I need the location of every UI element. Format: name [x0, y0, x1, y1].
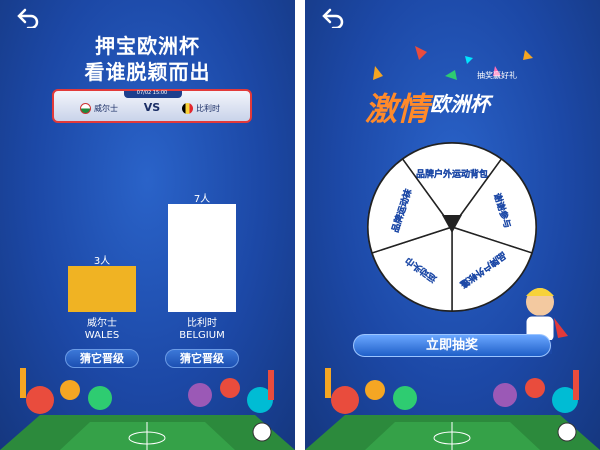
fans-stadium-illustration [0, 368, 295, 450]
logo-tagline: 抽奖赢好礼 [477, 71, 517, 80]
back-button[interactable] [16, 8, 42, 30]
away-vote-bar [168, 204, 236, 312]
back-button[interactable] [321, 8, 347, 30]
vote-panel: 押宝欧洲杯 看谁脱颖而出 07/02 15:00 威尔士 VS 比利时 3人 7… [0, 0, 295, 450]
page-title: 押宝欧洲杯 [95, 34, 200, 58]
wheel-segment-label: 品牌户外运动背包 [416, 168, 488, 180]
logo-main-text: 激情 [365, 90, 430, 128]
lottery-panel: 抽奖赢好礼 激情 欧洲杯 品牌户外运动背包 谢谢参与 品牌户外帐篷 运动头巾 品牌运动袜… [305, 0, 600, 450]
page-subtitle: 看谁脱颖而出 [84, 60, 211, 84]
home-vote-bar [68, 266, 136, 312]
vs-label: VS [143, 101, 161, 114]
back-arrow-icon [322, 8, 344, 30]
draw-button[interactable]: 立即抽奖 [353, 334, 551, 357]
away-team: 比利时 [182, 103, 220, 114]
back-arrow-icon [17, 8, 39, 30]
away-vote-count: 7人 [193, 194, 211, 205]
belgium-flag-icon [182, 103, 193, 114]
home-team-label: 威尔士 WALES [84, 318, 120, 341]
fans-stadium-illustration [305, 368, 600, 450]
match-card: 07/02 15:00 威尔士 VS 比利时 [52, 89, 252, 123]
logo-euro-cup: 欧洲杯 [430, 92, 490, 116]
away-team-label: 比利时 BELGIUM [179, 318, 225, 341]
match-time: 07/02 15:00 [136, 90, 168, 96]
home-vote-count: 3人 [93, 256, 111, 267]
